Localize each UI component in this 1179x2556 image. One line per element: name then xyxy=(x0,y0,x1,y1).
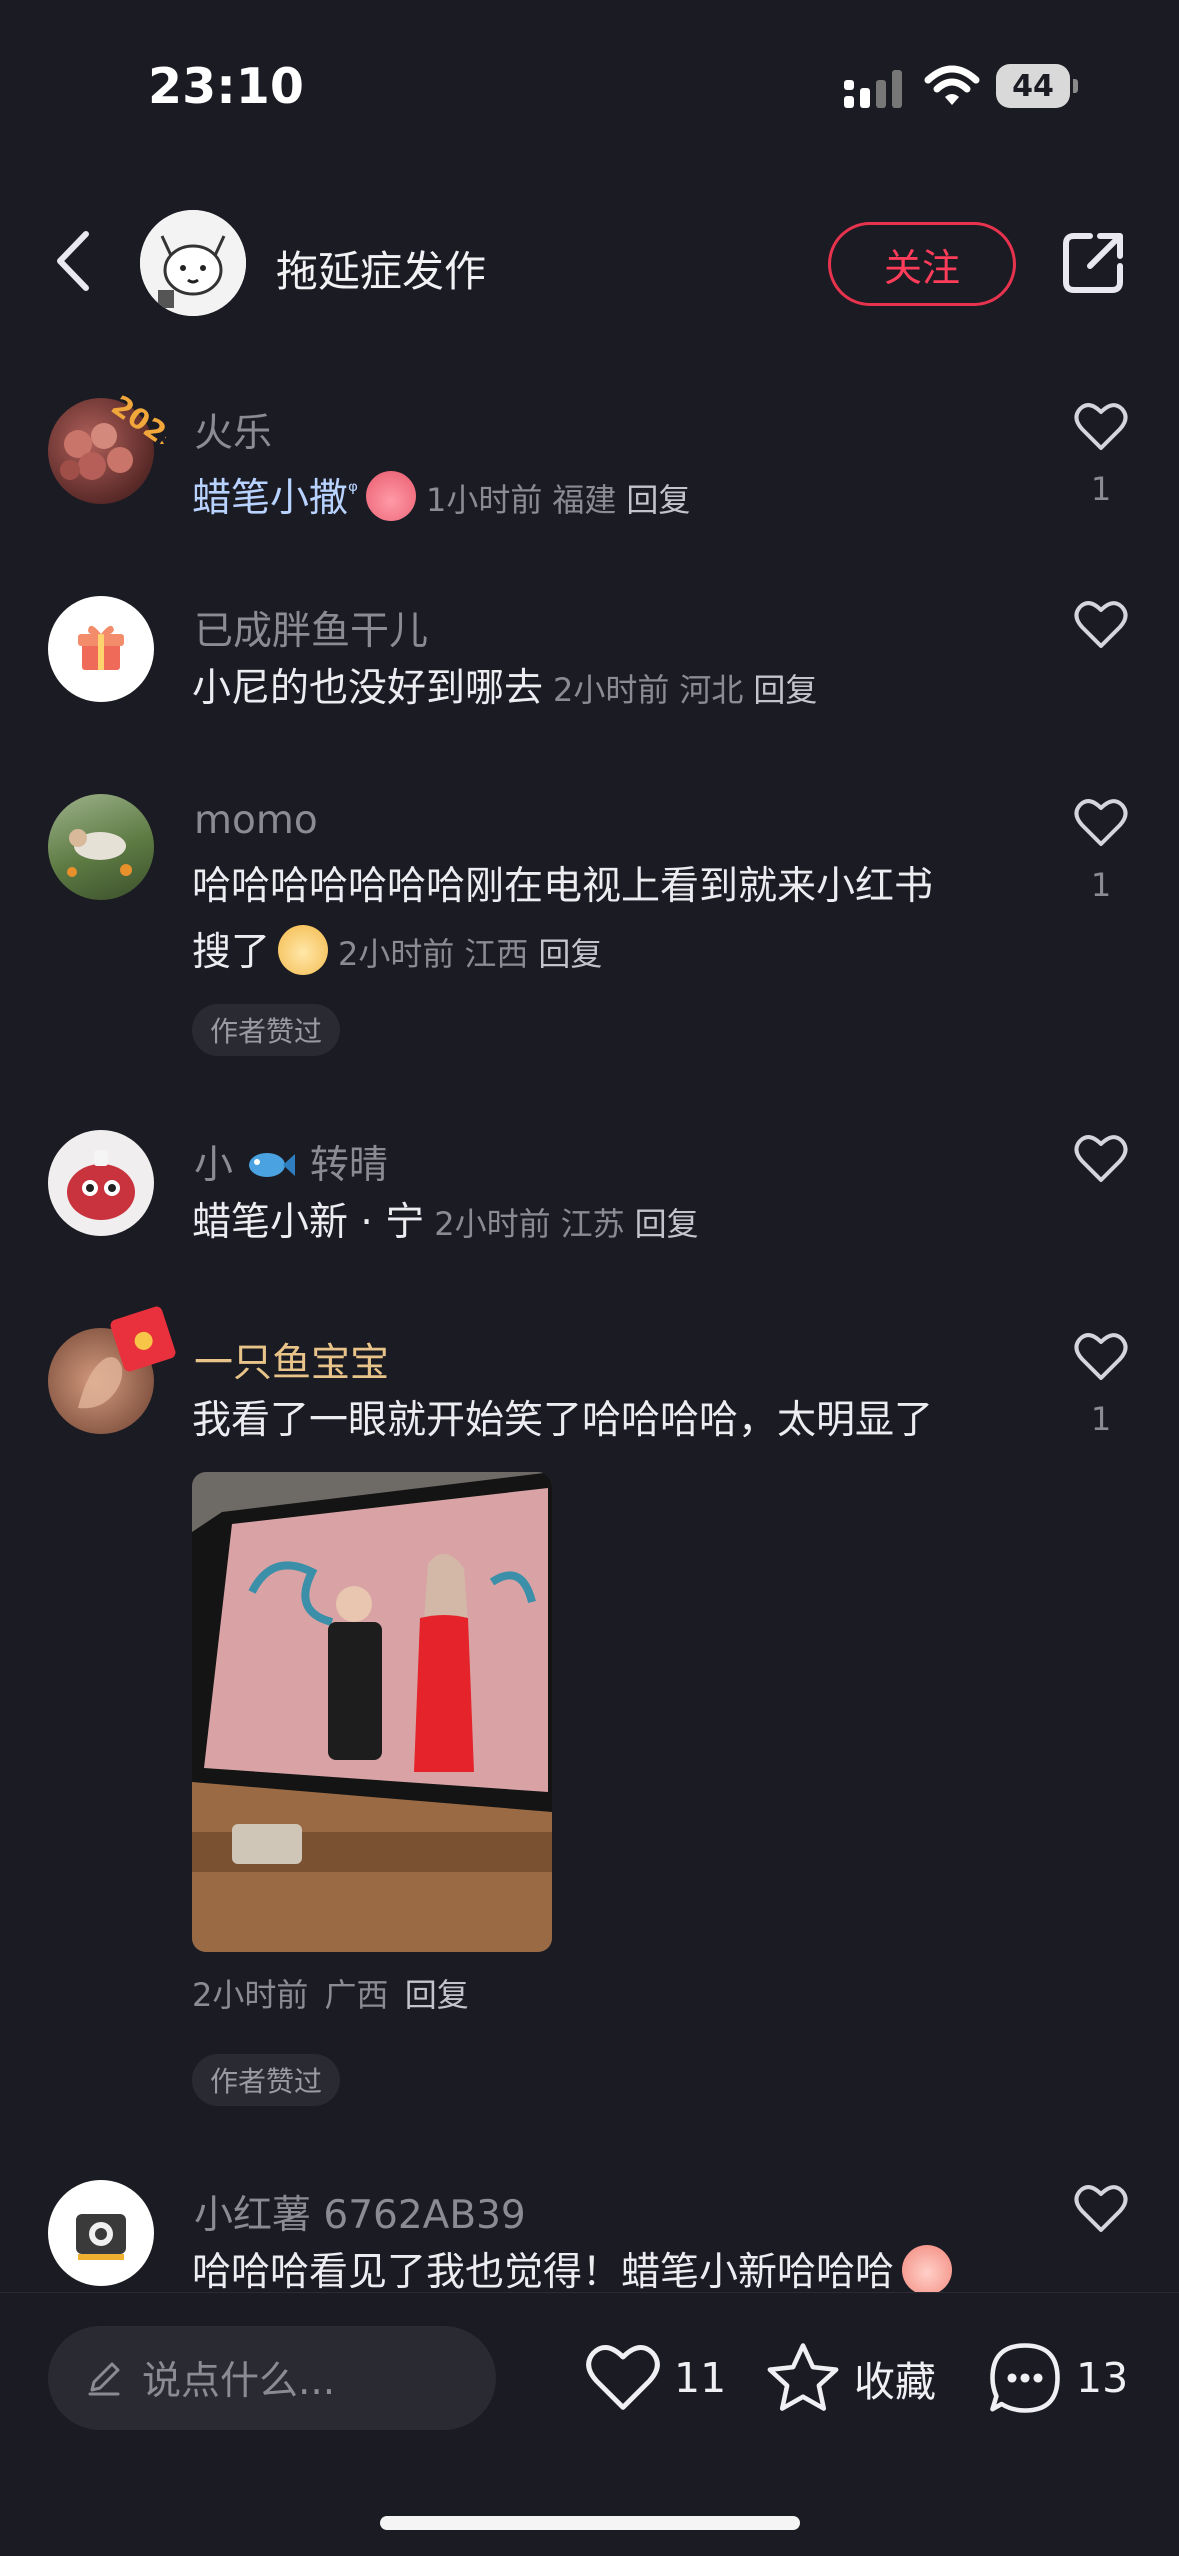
comment-link[interactable]: 蜡笔小撒 xyxy=(192,476,348,521)
person-on-grass-photo xyxy=(67,829,132,877)
battery-level: 44 xyxy=(996,64,1070,108)
reply-button[interactable]: 回复 xyxy=(626,481,690,519)
back-button[interactable] xyxy=(50,226,100,296)
reply-button[interactable]: 回复 xyxy=(635,1205,699,1243)
comment-time: 1小时前 xyxy=(426,481,543,519)
comment-location: 福建 xyxy=(552,481,617,519)
comment-time: 2小时前 xyxy=(434,1205,551,1243)
crying-laugh-emoji-icon xyxy=(366,471,416,521)
comment-body: 蜡笔小新 · 宁 xyxy=(192,1200,425,1245)
commenter-avatar[interactable] xyxy=(48,1130,154,1236)
like-heart-icon[interactable] xyxy=(1074,1332,1128,1382)
commenter-name[interactable]: 火乐 xyxy=(194,402,272,458)
smiling-emoji-icon xyxy=(278,925,329,975)
comment-body: 小尼的也没好到哪去 xyxy=(192,666,544,711)
like-count: 1 xyxy=(1090,1400,1112,1438)
new-year-2025-badge-icon: 2025 xyxy=(105,384,188,461)
gift-icon xyxy=(78,625,124,670)
collect-label: 收藏 xyxy=(854,2358,936,2406)
comment-location: 广西 xyxy=(324,1976,389,2014)
author-name[interactable]: 拖延症发作 xyxy=(276,238,486,299)
svg-text:2025: 2025 xyxy=(106,389,166,444)
comment-time: 2小时前 xyxy=(338,935,455,973)
fish-emoji-icon xyxy=(249,1153,296,1177)
comment-body: 哈哈哈看见了我也觉得！蜡笔小新哈哈哈 xyxy=(192,2250,895,2295)
status-time: 23:10 xyxy=(148,58,304,115)
comment-body: 我看了一眼就开始笑了哈哈哈哈，太明显了 xyxy=(192,1398,934,1443)
heart-icon xyxy=(586,2345,660,2410)
commenter-name[interactable]: 一只鱼宝宝 xyxy=(194,1332,389,1388)
comment-location: 江西 xyxy=(464,935,529,973)
like-heart-icon[interactable] xyxy=(1074,798,1128,848)
wifi-icon xyxy=(924,65,980,105)
comment-input-placeholder: 说点什么... xyxy=(142,2359,336,2404)
like-count: 11 xyxy=(674,2354,727,2402)
comment-input[interactable]: 说点什么... xyxy=(48,2326,496,2430)
red-monster-character-icon xyxy=(67,1150,135,1220)
commenter-name[interactable]: 小 转晴 xyxy=(194,1134,388,1190)
comment-location: 河北 xyxy=(679,671,744,709)
follow-button[interactable]: 关注 xyxy=(828,222,1016,306)
camera-icon xyxy=(76,2214,126,2260)
comment-meta: 2小时前 广西 回复 xyxy=(192,1970,469,2016)
collect-button[interactable]: 收藏 xyxy=(764,2336,936,2420)
like-button[interactable]: 11 xyxy=(584,2336,726,2420)
commenter-name[interactable]: momo xyxy=(194,798,318,843)
commenter-name[interactable]: 小红薯 6762AB39 xyxy=(194,2184,526,2240)
blushing-emoji-icon xyxy=(902,2245,953,2295)
commenter-avatar[interactable] xyxy=(48,2180,154,2286)
like-heart-icon[interactable] xyxy=(1074,1134,1128,1184)
comment-count: 13 xyxy=(1076,2354,1129,2402)
battery-icon: 44 xyxy=(996,64,1078,108)
author-liked-badge: 作者赞过 xyxy=(192,2054,341,2106)
comment-body-continued: 搜了 xyxy=(192,930,271,975)
reply-button[interactable]: 回复 xyxy=(405,1976,469,2014)
dog-sketch-icon xyxy=(140,210,246,316)
comment-bubble-icon xyxy=(990,2343,1060,2413)
like-heart-icon[interactable] xyxy=(1074,600,1128,650)
comment-text: 搜了 2小时前 江西 回复 xyxy=(192,920,602,987)
like-count: 1 xyxy=(1090,866,1112,904)
comment-text: 小尼的也没好到哪去 2小时前 河北 回复 xyxy=(192,656,817,723)
commenter-avatar[interactable] xyxy=(48,596,154,702)
comment-text: 蜡笔小新 · 宁 2小时前 江苏 回复 xyxy=(192,1190,699,1257)
cellular-signal-icon xyxy=(844,70,902,108)
comment-body: 哈哈哈哈哈哈哈刚在电视上看到就来小红书 xyxy=(192,864,934,909)
share-button[interactable] xyxy=(1060,230,1126,296)
comment-time: 2小时前 xyxy=(192,1976,309,2014)
like-heart-icon[interactable] xyxy=(1074,402,1128,452)
like-count: 1 xyxy=(1090,470,1112,508)
comment-text: 蜡笔小撒ᵠ 1小时前 福建 回复 xyxy=(192,458,690,533)
commenter-name[interactable]: 已成胖鱼干儿 xyxy=(194,600,428,656)
author-liked-badge: 作者赞过 xyxy=(192,1004,341,1056)
commenter-avatar[interactable] xyxy=(48,794,154,900)
comment-image[interactable] xyxy=(192,1472,552,1952)
tv-screen-photo xyxy=(192,1472,552,1952)
pencil-icon xyxy=(88,2362,120,2396)
comment-time: 2小时前 xyxy=(553,671,670,709)
reply-button[interactable]: 回复 xyxy=(538,935,602,973)
comment-button[interactable]: 13 xyxy=(986,2336,1128,2420)
reply-button[interactable]: 回复 xyxy=(753,671,817,709)
home-indicator[interactable] xyxy=(380,2516,800,2530)
search-icon: ᵠ xyxy=(348,477,358,505)
comment-location: 江苏 xyxy=(560,1205,625,1243)
like-heart-icon[interactable] xyxy=(1074,2184,1128,2234)
star-icon xyxy=(767,2343,839,2411)
author-avatar[interactable] xyxy=(140,210,246,316)
